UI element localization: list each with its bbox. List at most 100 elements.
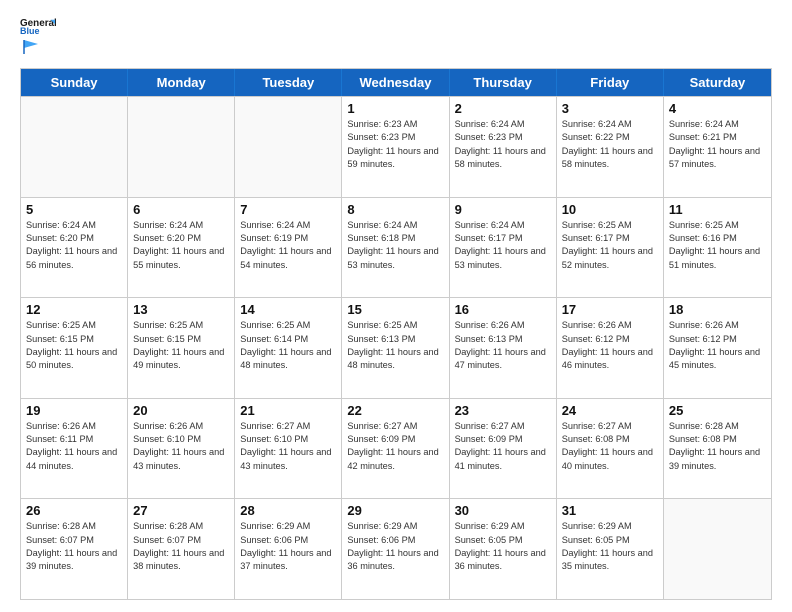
day-number: 21 xyxy=(240,403,336,418)
calendar-day-7: 7 Sunrise: 6:24 AM Sunset: 6:19 PM Daylig… xyxy=(235,198,342,298)
day-number: 20 xyxy=(133,403,229,418)
calendar-week-5: 26 Sunrise: 6:28 AM Sunset: 6:07 PM Dayli… xyxy=(21,498,771,599)
calendar-day-16: 16 Sunrise: 6:26 AM Sunset: 6:13 PM Dayli… xyxy=(450,298,557,398)
day-number: 15 xyxy=(347,302,443,317)
day-number: 10 xyxy=(562,202,658,217)
svg-text:Blue: Blue xyxy=(20,26,40,36)
page-header: General Blue xyxy=(20,16,772,58)
calendar-day-27: 27 Sunrise: 6:28 AM Sunset: 6:07 PM Dayli… xyxy=(128,499,235,599)
day-info: Sunrise: 6:27 AM Sunset: 6:09 PM Dayligh… xyxy=(455,420,551,473)
day-header-tuesday: Tuesday xyxy=(235,69,342,96)
day-info: Sunrise: 6:25 AM Sunset: 6:15 PM Dayligh… xyxy=(26,319,122,372)
day-info: Sunrise: 6:25 AM Sunset: 6:14 PM Dayligh… xyxy=(240,319,336,372)
calendar-day-3: 3 Sunrise: 6:24 AM Sunset: 6:22 PM Daylig… xyxy=(557,97,664,197)
calendar-week-2: 5Sunrise: 6:24 AM Sunset: 6:20 PM Daylig… xyxy=(21,197,771,298)
day-number: 3 xyxy=(562,101,658,116)
calendar-day-26: 26 Sunrise: 6:28 AM Sunset: 6:07 PM Dayli… xyxy=(21,499,128,599)
day-number: 22 xyxy=(347,403,443,418)
day-number: 31 xyxy=(562,503,658,518)
day-number: 19 xyxy=(26,403,122,418)
day-number: 11 xyxy=(669,202,766,217)
calendar-day-6: 6 Sunrise: 6:24 AM Sunset: 6:20 PM Daylig… xyxy=(128,198,235,298)
day-number: 29 xyxy=(347,503,443,518)
calendar-day-19: 19Sunrise: 6:26 AM Sunset: 6:11 PM Dayli… xyxy=(21,399,128,499)
day-number: 7 xyxy=(240,202,336,217)
day-info: Sunrise: 6:27 AM Sunset: 6:10 PM Dayligh… xyxy=(240,420,336,473)
day-info: Sunrise: 6:24 AM Sunset: 6:23 PM Dayligh… xyxy=(455,118,551,171)
day-number: 4 xyxy=(669,101,766,116)
day-info: Sunrise: 6:23 AM Sunset: 6:23 PM Dayligh… xyxy=(347,118,443,171)
calendar-day-30: 30 Sunrise: 6:29 AM Sunset: 6:05 PM Dayli… xyxy=(450,499,557,599)
calendar: SundayMondayTuesdayWednesdayThursdayFrid… xyxy=(20,68,772,600)
day-number: 12 xyxy=(26,302,122,317)
day-number: 26 xyxy=(26,503,122,518)
day-info: Sunrise: 6:25 AM Sunset: 6:15 PM Dayligh… xyxy=(133,319,229,372)
calendar-day-1: 1 Sunrise: 6:23 AM Sunset: 6:23 PM Daylig… xyxy=(342,97,449,197)
day-info: Sunrise: 6:27 AM Sunset: 6:08 PM Dayligh… xyxy=(562,420,658,473)
day-header-wednesday: Wednesday xyxy=(342,69,449,96)
day-info: Sunrise: 6:24 AM Sunset: 6:19 PM Dayligh… xyxy=(240,219,336,272)
day-number: 30 xyxy=(455,503,551,518)
calendar-day-25: 25 Sunrise: 6:28 AM Sunset: 6:08 PM Dayli… xyxy=(664,399,771,499)
day-info: Sunrise: 6:26 AM Sunset: 6:10 PM Dayligh… xyxy=(133,420,229,473)
day-info: Sunrise: 6:26 AM Sunset: 6:12 PM Dayligh… xyxy=(562,319,658,372)
day-number: 8 xyxy=(347,202,443,217)
day-number: 13 xyxy=(133,302,229,317)
calendar-week-3: 12 Sunrise: 6:25 AM Sunset: 6:15 PM Dayli… xyxy=(21,297,771,398)
day-info: Sunrise: 6:29 AM Sunset: 6:06 PM Dayligh… xyxy=(347,520,443,573)
day-header-friday: Friday xyxy=(557,69,664,96)
day-number: 9 xyxy=(455,202,551,217)
calendar-day-24: 24 Sunrise: 6:27 AM Sunset: 6:08 PM Dayli… xyxy=(557,399,664,499)
calendar-day-empty xyxy=(21,97,128,197)
day-number: 25 xyxy=(669,403,766,418)
day-info: Sunrise: 6:28 AM Sunset: 6:08 PM Dayligh… xyxy=(669,420,766,473)
calendar-day-29: 29 Sunrise: 6:29 AM Sunset: 6:06 PM Dayli… xyxy=(342,499,449,599)
day-number: 16 xyxy=(455,302,551,317)
day-number: 24 xyxy=(562,403,658,418)
day-info: Sunrise: 6:29 AM Sunset: 6:05 PM Dayligh… xyxy=(455,520,551,573)
day-info: Sunrise: 6:24 AM Sunset: 6:20 PM Dayligh… xyxy=(133,219,229,272)
day-info: Sunrise: 6:24 AM Sunset: 6:22 PM Dayligh… xyxy=(562,118,658,171)
calendar-header: SundayMondayTuesdayWednesdayThursdayFrid… xyxy=(21,69,771,96)
day-info: Sunrise: 6:24 AM Sunset: 6:21 PM Dayligh… xyxy=(669,118,766,171)
calendar-body: 1 Sunrise: 6:23 AM Sunset: 6:23 PM Daylig… xyxy=(21,96,771,599)
calendar-day-8: 8 Sunrise: 6:24 AM Sunset: 6:18 PM Daylig… xyxy=(342,198,449,298)
calendar-day-empty xyxy=(664,499,771,599)
day-header-thursday: Thursday xyxy=(450,69,557,96)
day-number: 14 xyxy=(240,302,336,317)
calendar-day-5: 5Sunrise: 6:24 AM Sunset: 6:20 PM Daylig… xyxy=(21,198,128,298)
calendar-day-28: 28 Sunrise: 6:29 AM Sunset: 6:06 PM Dayli… xyxy=(235,499,342,599)
calendar-day-2: 2 Sunrise: 6:24 AM Sunset: 6:23 PM Daylig… xyxy=(450,97,557,197)
day-number: 2 xyxy=(455,101,551,116)
calendar-day-23: 23Sunrise: 6:27 AM Sunset: 6:09 PM Dayli… xyxy=(450,399,557,499)
day-number: 6 xyxy=(133,202,229,217)
day-number: 17 xyxy=(562,302,658,317)
calendar-day-21: 21 Sunrise: 6:27 AM Sunset: 6:10 PM Dayli… xyxy=(235,399,342,499)
calendar-day-14: 14 Sunrise: 6:25 AM Sunset: 6:14 PM Dayli… xyxy=(235,298,342,398)
day-info: Sunrise: 6:28 AM Sunset: 6:07 PM Dayligh… xyxy=(133,520,229,573)
calendar-day-13: 13 Sunrise: 6:25 AM Sunset: 6:15 PM Dayli… xyxy=(128,298,235,398)
day-header-monday: Monday xyxy=(128,69,235,96)
day-info: Sunrise: 6:26 AM Sunset: 6:13 PM Dayligh… xyxy=(455,319,551,372)
day-info: Sunrise: 6:24 AM Sunset: 6:17 PM Dayligh… xyxy=(455,219,551,272)
day-info: Sunrise: 6:24 AM Sunset: 6:20 PM Dayligh… xyxy=(26,219,122,272)
calendar-week-4: 19Sunrise: 6:26 AM Sunset: 6:11 PM Dayli… xyxy=(21,398,771,499)
day-info: Sunrise: 6:29 AM Sunset: 6:06 PM Dayligh… xyxy=(240,520,336,573)
calendar-day-12: 12 Sunrise: 6:25 AM Sunset: 6:15 PM Dayli… xyxy=(21,298,128,398)
calendar-day-20: 20 Sunrise: 6:26 AM Sunset: 6:10 PM Dayli… xyxy=(128,399,235,499)
calendar-day-4: 4 Sunrise: 6:24 AM Sunset: 6:21 PM Daylig… xyxy=(664,97,771,197)
calendar-day-31: 31 Sunrise: 6:29 AM Sunset: 6:05 PM Dayli… xyxy=(557,499,664,599)
day-number: 1 xyxy=(347,101,443,116)
logo: General Blue xyxy=(20,16,56,58)
day-info: Sunrise: 6:28 AM Sunset: 6:07 PM Dayligh… xyxy=(26,520,122,573)
day-number: 18 xyxy=(669,302,766,317)
day-info: Sunrise: 6:24 AM Sunset: 6:18 PM Dayligh… xyxy=(347,219,443,272)
day-info: Sunrise: 6:25 AM Sunset: 6:16 PM Dayligh… xyxy=(669,219,766,272)
day-number: 27 xyxy=(133,503,229,518)
day-info: Sunrise: 6:29 AM Sunset: 6:05 PM Dayligh… xyxy=(562,520,658,573)
day-header-saturday: Saturday xyxy=(664,69,771,96)
day-number: 28 xyxy=(240,503,336,518)
calendar-day-10: 10Sunrise: 6:25 AM Sunset: 6:17 PM Dayli… xyxy=(557,198,664,298)
calendar-day-9: 9 Sunrise: 6:24 AM Sunset: 6:17 PM Daylig… xyxy=(450,198,557,298)
day-info: Sunrise: 6:25 AM Sunset: 6:13 PM Dayligh… xyxy=(347,319,443,372)
